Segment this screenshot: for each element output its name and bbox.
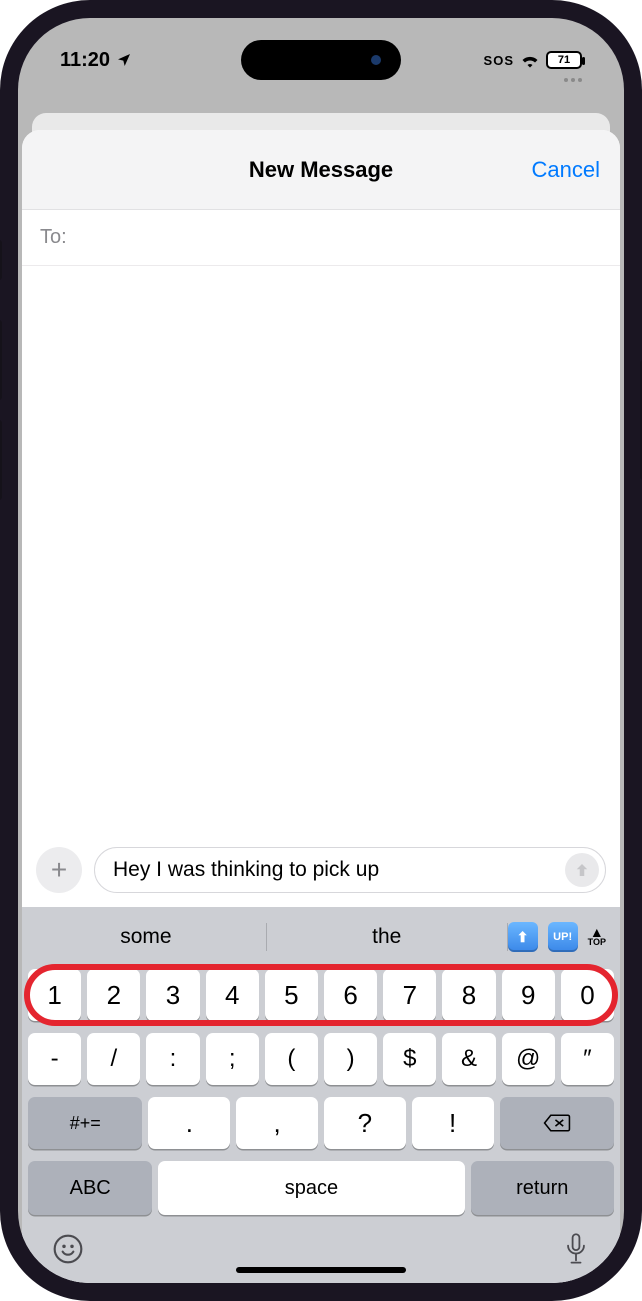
backspace-icon (543, 1113, 571, 1133)
number-row: 1 2 3 4 5 6 7 8 9 0 (22, 963, 620, 1027)
key-paren-close[interactable]: ) (324, 1033, 377, 1085)
key-paren-open[interactable]: ( (265, 1033, 318, 1085)
key-6[interactable]: 6 (324, 969, 377, 1021)
key-5[interactable]: 5 (265, 969, 318, 1021)
sheet-title: New Message (249, 157, 393, 183)
symbol-row: - / : ; ( ) $ & @ ″ (22, 1027, 620, 1091)
key-abc[interactable]: ABC (28, 1161, 152, 1215)
new-message-sheet: New Message Cancel To: + Hey I was think… (22, 130, 620, 1283)
dictation-button[interactable] (562, 1232, 590, 1271)
privacy-dots (564, 78, 582, 82)
key-ampersand[interactable]: & (442, 1033, 495, 1085)
message-text: Hey I was thinking to pick up (113, 858, 565, 882)
top-shortcut-button[interactable]: ▲TOP (588, 927, 606, 947)
key-backspace[interactable] (500, 1097, 614, 1149)
volume-down-button (0, 420, 2, 500)
plus-icon: + (51, 854, 67, 886)
key-colon[interactable]: : (146, 1033, 199, 1085)
arrow-up-icon (573, 861, 591, 879)
key-7[interactable]: 7 (383, 969, 436, 1021)
key-8[interactable]: 8 (442, 969, 495, 1021)
message-body-area[interactable] (22, 266, 620, 839)
key-period[interactable]: . (148, 1097, 230, 1149)
send-button[interactable] (565, 853, 599, 887)
volume-up-button (0, 320, 2, 400)
dynamic-island (241, 40, 401, 80)
suggestion-1[interactable]: some (26, 925, 266, 949)
screen: 11:20 SOS 71 New Message Cancel (18, 18, 624, 1283)
key-space[interactable]: space (158, 1161, 464, 1215)
location-icon (116, 52, 132, 68)
key-semicolon[interactable]: ; (206, 1033, 259, 1085)
key-1[interactable]: 1 (28, 969, 81, 1021)
key-quote[interactable]: ″ (561, 1033, 614, 1085)
message-input[interactable]: Hey I was thinking to pick up (94, 847, 606, 893)
key-dash[interactable]: - (28, 1033, 81, 1085)
to-field[interactable]: To: (22, 210, 620, 266)
home-indicator[interactable] (236, 1267, 406, 1273)
iphone-frame: 11:20 SOS 71 New Message Cancel (0, 0, 642, 1301)
key-question[interactable]: ? (324, 1097, 406, 1149)
compose-bar: + Hey I was thinking to pick up (22, 839, 620, 907)
battery-indicator: 71 (546, 51, 582, 69)
to-label: To: (40, 226, 67, 249)
suggestion-bar: some the ⬆ UP! ▲TOP (22, 911, 620, 963)
battery-level: 71 (558, 54, 570, 66)
key-9[interactable]: 9 (502, 969, 555, 1021)
add-attachment-button[interactable]: + (36, 847, 82, 893)
key-return[interactable]: return (471, 1161, 615, 1215)
key-4[interactable]: 4 (206, 969, 259, 1021)
key-2[interactable]: 2 (87, 969, 140, 1021)
key-slash[interactable]: / (87, 1033, 140, 1085)
cancel-button[interactable]: Cancel (532, 157, 600, 183)
key-more-symbols[interactable]: #+= (28, 1097, 142, 1149)
key-3[interactable]: 3 (146, 969, 199, 1021)
suggestion-2[interactable]: the (267, 925, 507, 949)
key-comma[interactable]: , (236, 1097, 318, 1149)
emoji-icon (52, 1233, 84, 1265)
emoji-button[interactable] (52, 1233, 84, 1270)
top-label: TOP (588, 937, 606, 947)
mic-icon (562, 1232, 590, 1266)
punct-row: #+= . , ? ! (22, 1091, 620, 1155)
key-0[interactable]: 0 (561, 969, 614, 1021)
bottom-row: ABC space return (22, 1155, 620, 1221)
key-dollar[interactable]: $ (383, 1033, 436, 1085)
key-exclaim[interactable]: ! (412, 1097, 494, 1149)
arrow-up-emoji-button[interactable]: ⬆ (508, 922, 538, 952)
sos-indicator: SOS (484, 53, 514, 68)
key-at[interactable]: @ (502, 1033, 555, 1085)
wifi-icon (520, 52, 540, 68)
keyboard: some the ⬆ UP! ▲TOP 1 2 3 4 5 (22, 907, 620, 1283)
up-emoji-button[interactable]: UP! (548, 922, 578, 952)
clock: 11:20 (60, 49, 110, 72)
silence-switch (0, 240, 2, 280)
sheet-header: New Message Cancel (22, 130, 620, 210)
